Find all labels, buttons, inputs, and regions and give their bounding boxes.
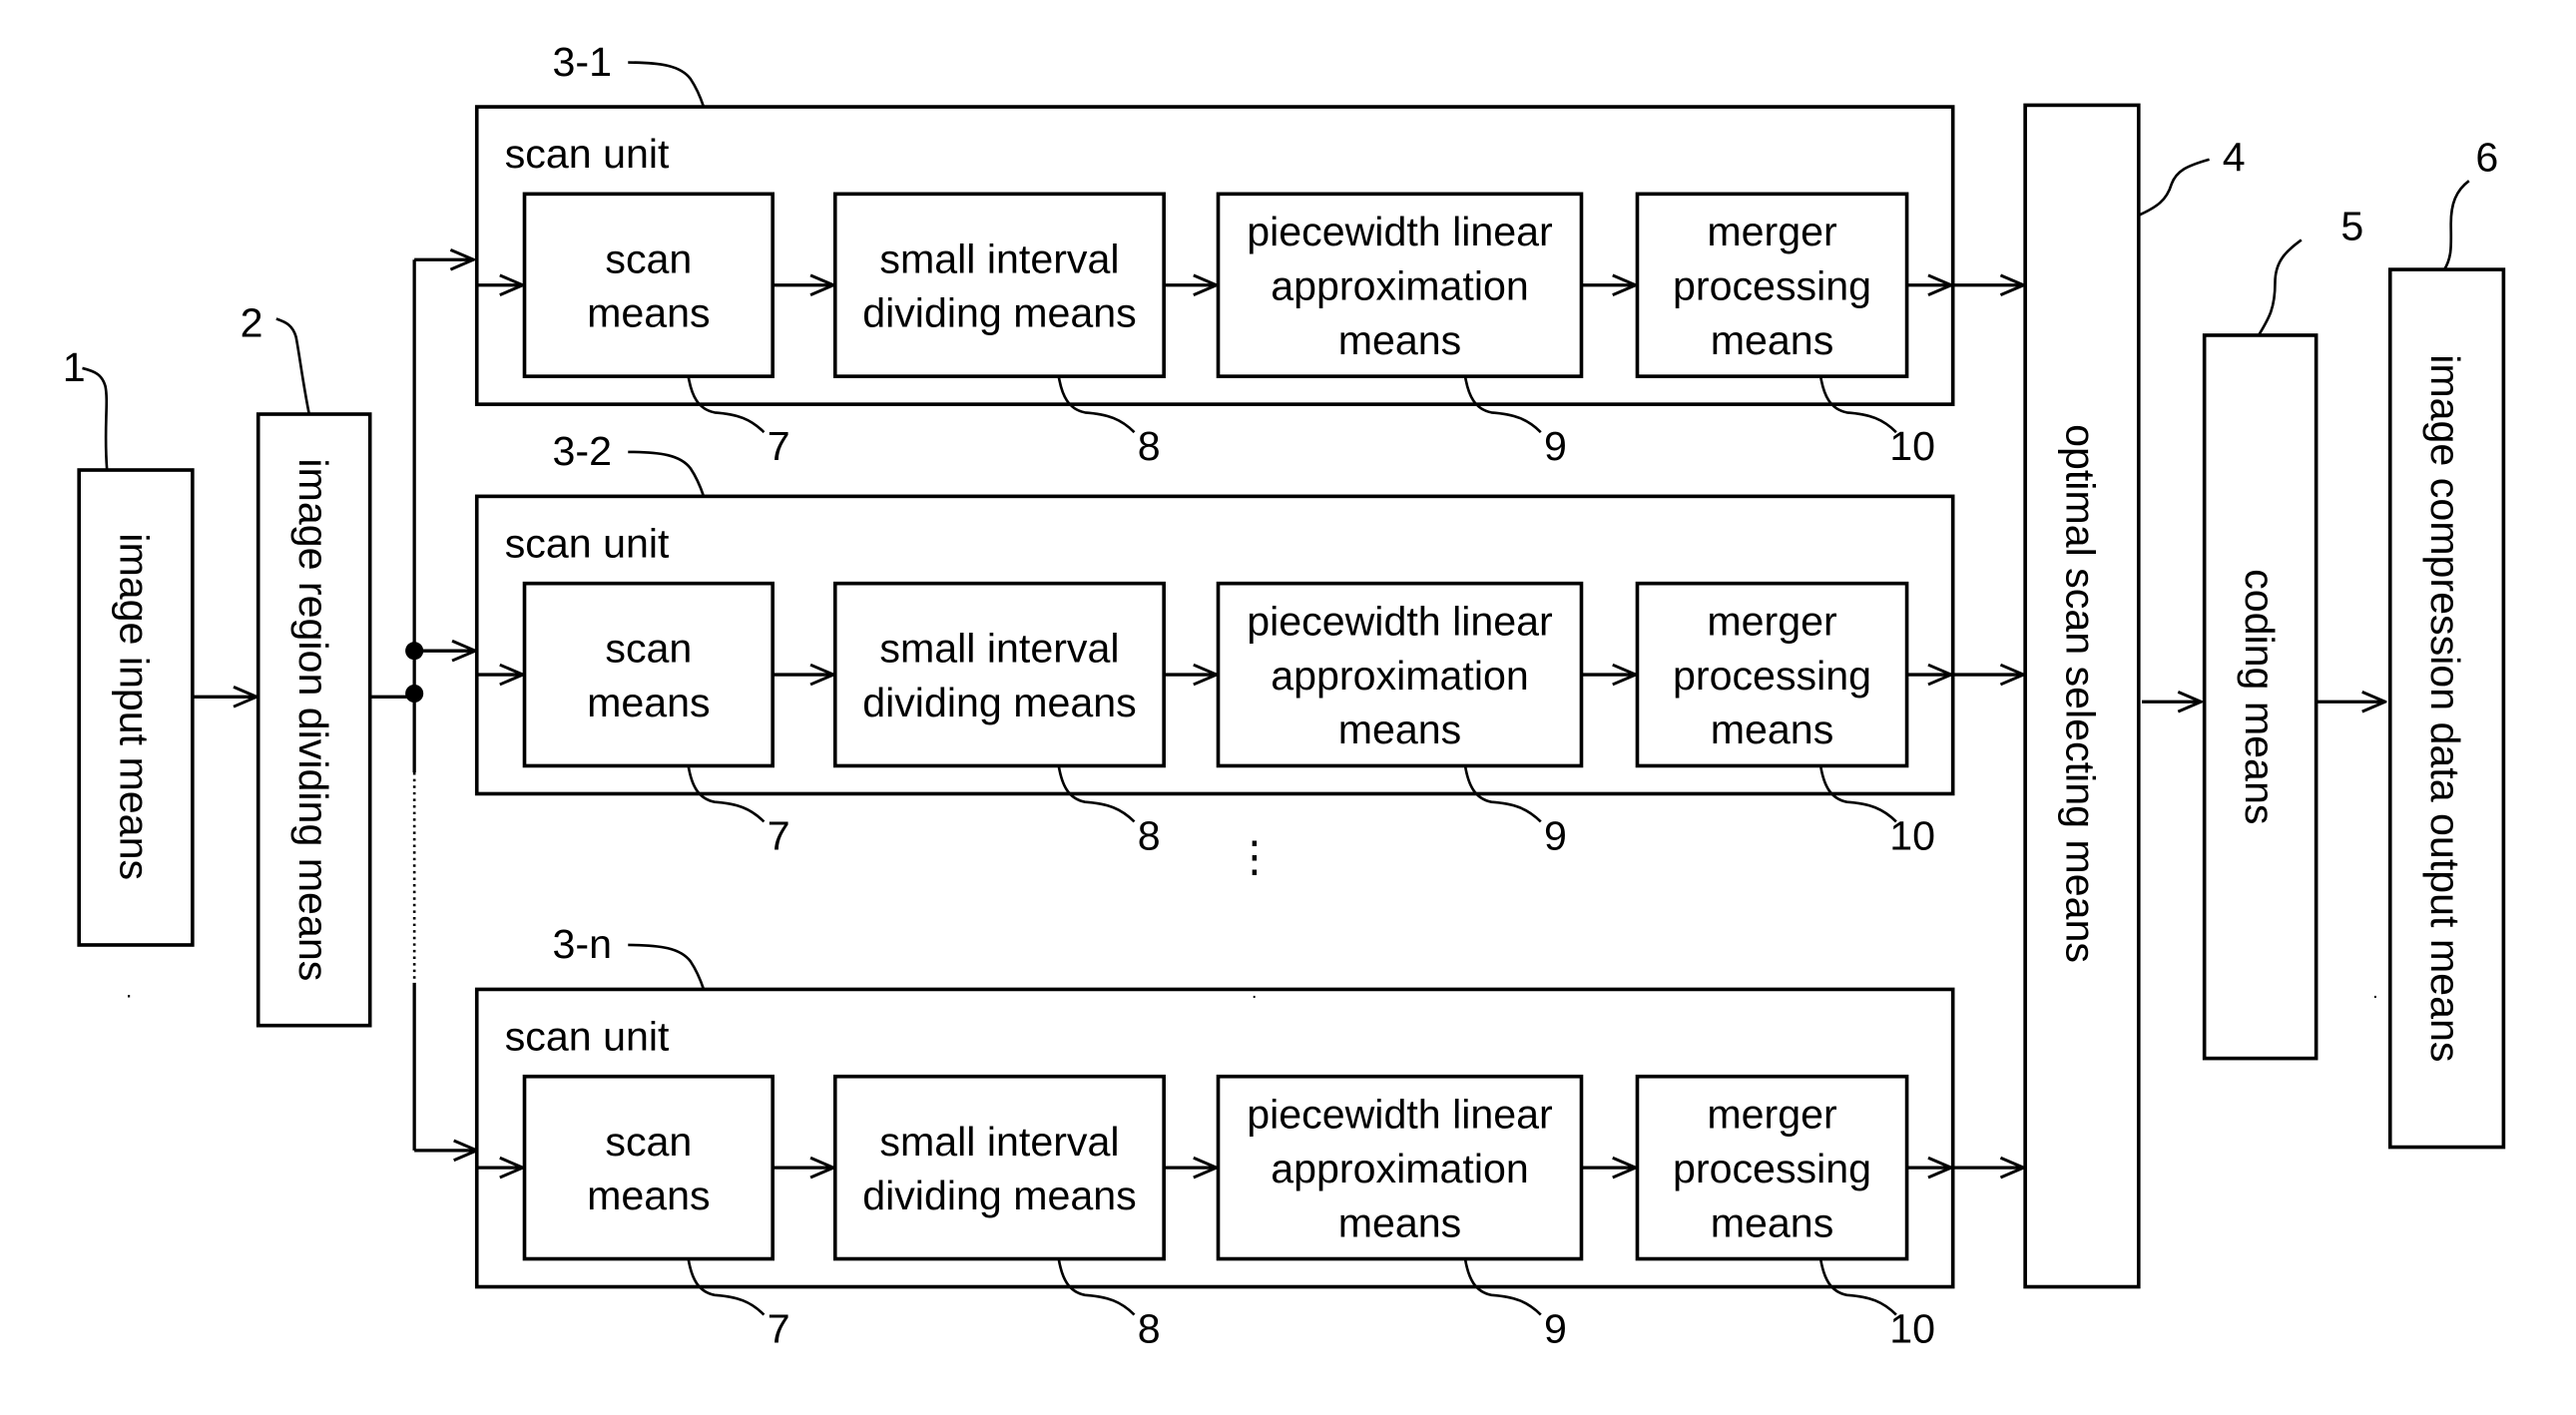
stage-ref: 8 — [1138, 1306, 1161, 1352]
stage-block: merger processing means 10 — [1635, 581, 1935, 858]
region-dividing-block: image region dividing means 2 — [241, 300, 372, 1028]
stage-label-line: approximation — [1271, 263, 1529, 309]
scan-unit: scan unit 3-2 scan means 7 small interval divi… — [474, 428, 2024, 858]
image-input-label: image input means — [111, 533, 157, 880]
stage-ref: 10 — [1889, 1306, 1935, 1352]
output-label: image compression data output means — [2422, 354, 2468, 1062]
leader-2 — [275, 317, 311, 415]
block-diagram: image input means 1 · image region divid… — [63, 39, 2506, 1352]
stage-label-line: small interval — [879, 236, 1119, 281]
stage-label-line: dividing means — [862, 290, 1137, 336]
leader-6 — [2442, 180, 2470, 270]
stage-label-line: merger — [1707, 599, 1837, 645]
stage-box — [832, 1074, 1166, 1261]
stage-box — [832, 192, 1166, 378]
coding-label: coding means — [2237, 569, 2283, 824]
stage-label-line: scan — [605, 1119, 692, 1165]
stage-block: merger processing means 10 — [1635, 1074, 1935, 1352]
scan-unit-leader — [628, 61, 706, 108]
scan-units: scan unit 3-1 scan means 7 small interval divi… — [474, 39, 2024, 1352]
stage-ref: 7 — [768, 423, 790, 469]
stage-block: scan means 7 — [522, 581, 790, 858]
stage-box — [522, 192, 775, 378]
stage-label-line: approximation — [1271, 653, 1529, 699]
stage-label-line: dividing means — [862, 1173, 1137, 1218]
scan-unit-leader — [628, 450, 706, 497]
stage-label-line: means — [1338, 1199, 1462, 1245]
stage-block: small interval dividing means 8 — [832, 192, 1166, 469]
scan-unit-ref: 3-n — [553, 921, 612, 967]
ref-5: 5 — [2340, 203, 2363, 248]
stage-label-line: means — [1711, 317, 1834, 363]
stage-label-line: means — [587, 290, 711, 336]
stage-ref: 8 — [1138, 423, 1161, 469]
stage-label-line: small interval — [879, 626, 1119, 672]
output-block: image compression data output means 6 · — [2372, 134, 2506, 1150]
stage-label-line: scan — [605, 626, 692, 672]
stage-label-line: means — [1711, 1199, 1834, 1245]
scan-unit-ref: 3-2 — [553, 428, 612, 474]
image-input-block: image input means 1 · — [63, 344, 195, 1008]
stage-ref: 7 — [768, 1306, 790, 1352]
scan-unit: scan unit 3-1 scan means 7 small interval divi… — [474, 39, 2024, 469]
stage-label-line: piecewidth linear — [1247, 599, 1553, 645]
stage-box — [522, 1074, 775, 1261]
stage-ref: 10 — [1889, 423, 1935, 469]
stage-label-line: means — [1711, 707, 1834, 752]
stage-block: scan means 7 — [522, 1074, 790, 1352]
stage-ref: 8 — [1138, 812, 1161, 858]
stage-label-line: merger — [1707, 1092, 1837, 1138]
stage-label-line: dividing means — [862, 680, 1137, 725]
ref-1: 1 — [63, 344, 86, 390]
region-dividing-label: image region dividing means — [290, 458, 336, 981]
coding-block: coding means 5 — [2202, 203, 2363, 1061]
stage-block: piecewidth linear approximation means 9 — [1216, 192, 1584, 469]
stage-label-line: means — [587, 680, 711, 725]
stage-label-line: merger — [1707, 209, 1837, 254]
stage-label-line: scan — [605, 236, 692, 281]
stage-ref: 9 — [1544, 1306, 1567, 1352]
stray-dot: · — [125, 982, 133, 1008]
stage-label-line: means — [587, 1173, 711, 1218]
stray-dot-2: · — [1251, 986, 1258, 1008]
ref-2: 2 — [241, 300, 263, 346]
stage-ref: 9 — [1544, 423, 1567, 469]
stage-block: small interval dividing means 8 — [832, 581, 1166, 858]
scan-unit-title: scan unit — [505, 131, 670, 177]
scan-unit-title: scan unit — [505, 1013, 670, 1059]
distribution-bus — [369, 259, 477, 1151]
more-units-ellipsis: ⋮ — [1233, 833, 1276, 881]
stage-label-line: piecewidth linear — [1247, 209, 1553, 254]
stage-label-line: processing — [1673, 263, 1871, 309]
stage-block: small interval dividing means 8 — [832, 1074, 1166, 1352]
stage-label-line: piecewidth linear — [1247, 1092, 1553, 1138]
leader-5 — [2257, 238, 2303, 336]
stage-box — [832, 581, 1166, 768]
stage-label-line: small interval — [879, 1119, 1119, 1165]
stage-box — [522, 581, 775, 768]
stage-label-line: approximation — [1271, 1146, 1529, 1191]
scan-unit-title: scan unit — [505, 520, 670, 566]
stage-block: merger processing means 10 — [1635, 192, 1935, 469]
stage-ref: 7 — [768, 812, 790, 858]
stage-block: piecewidth linear approximation means 9 — [1216, 581, 1584, 858]
optimal-scan-label: optimal scan selecting means — [2057, 424, 2103, 963]
junction-dot-lower — [405, 684, 424, 704]
stage-ref: 9 — [1544, 812, 1567, 858]
stage-label-line: means — [1338, 317, 1462, 363]
scan-unit-ref: 3-1 — [553, 39, 612, 85]
stage-ref: 10 — [1889, 812, 1935, 858]
stage-label-line: means — [1338, 707, 1462, 752]
stray-dot-3: · — [2372, 986, 2379, 1008]
stage-label-line: processing — [1673, 653, 1871, 699]
ref-4: 4 — [2223, 134, 2246, 180]
ref-6: 6 — [2475, 134, 2498, 180]
scan-unit-leader — [628, 943, 706, 990]
leader-4 — [2138, 158, 2210, 217]
stage-label-line: processing — [1673, 1146, 1871, 1191]
leader-1 — [82, 366, 109, 471]
stage-block: piecewidth linear approximation means 9 — [1216, 1074, 1584, 1352]
